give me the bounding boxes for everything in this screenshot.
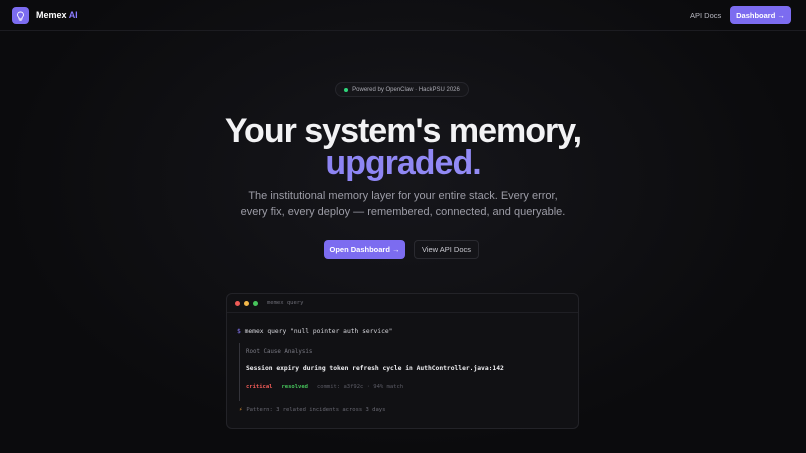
- command-text: memex query "null pointer auth service": [244, 328, 393, 335]
- critical-tag: critical: [246, 384, 273, 390]
- resolved-tag: resolved: [281, 384, 309, 390]
- maximize-dot-icon: [253, 301, 258, 306]
- root-cause-finding: Session expiry during token refresh cycl…: [246, 365, 504, 372]
- root-cause-tags: critical resolved commit: a3f92c · 94% m…: [246, 384, 403, 390]
- hero-subtitle-line2: every fix, every deploy — remembered, co…: [240, 206, 566, 218]
- logo-icon[interactable]: [12, 7, 29, 24]
- brand-text: Memex: [36, 10, 67, 20]
- api-docs-link[interactable]: API Docs: [690, 11, 721, 20]
- brand-name[interactable]: Memex AI: [36, 10, 78, 20]
- terminal-titlebar: memex query: [227, 294, 578, 313]
- view-api-docs-button[interactable]: View API Docs: [414, 240, 479, 259]
- close-dot-icon: [235, 301, 240, 306]
- status-dot-icon: [344, 87, 349, 92]
- brand-suffix: AI: [68, 10, 78, 20]
- pattern-text: Pattern: 3 related incidents across 3 da…: [246, 407, 386, 413]
- terminal-command: $ memex query "null pointer auth service…: [237, 328, 392, 335]
- badge-text: Powered by OpenClaw · HackPSU 2026: [352, 86, 460, 93]
- terminal-title: memex query: [267, 300, 304, 306]
- lightning-icon: ⚡: [239, 407, 243, 413]
- minimize-dot-icon: [244, 301, 249, 306]
- hero-subtitle-line1: The institutional memory layer for your …: [248, 190, 558, 202]
- root-cause-block: Root Cause Analysis Session expiry durin…: [239, 343, 570, 401]
- pattern-line: ⚡ Pattern: 3 related incidents across 3 d…: [239, 407, 385, 413]
- root-cause-title: Root Cause Analysis: [246, 349, 313, 355]
- top-nav: Memex AI API Docs Dashboard →: [0, 0, 806, 31]
- powered-by-badge: Powered by OpenClaw · HackPSU 2026: [335, 82, 469, 97]
- hero-title-line2: upgraded.: [0, 144, 806, 183]
- commit-meta: commit: a3f92c · 94% match: [317, 384, 404, 390]
- dashboard-button[interactable]: Dashboard →: [730, 6, 791, 24]
- open-dashboard-button[interactable]: Open Dashboard →: [324, 240, 405, 259]
- terminal-window: memex query $ memex query "null pointer …: [226, 293, 579, 429]
- prompt-symbol: $: [237, 328, 241, 335]
